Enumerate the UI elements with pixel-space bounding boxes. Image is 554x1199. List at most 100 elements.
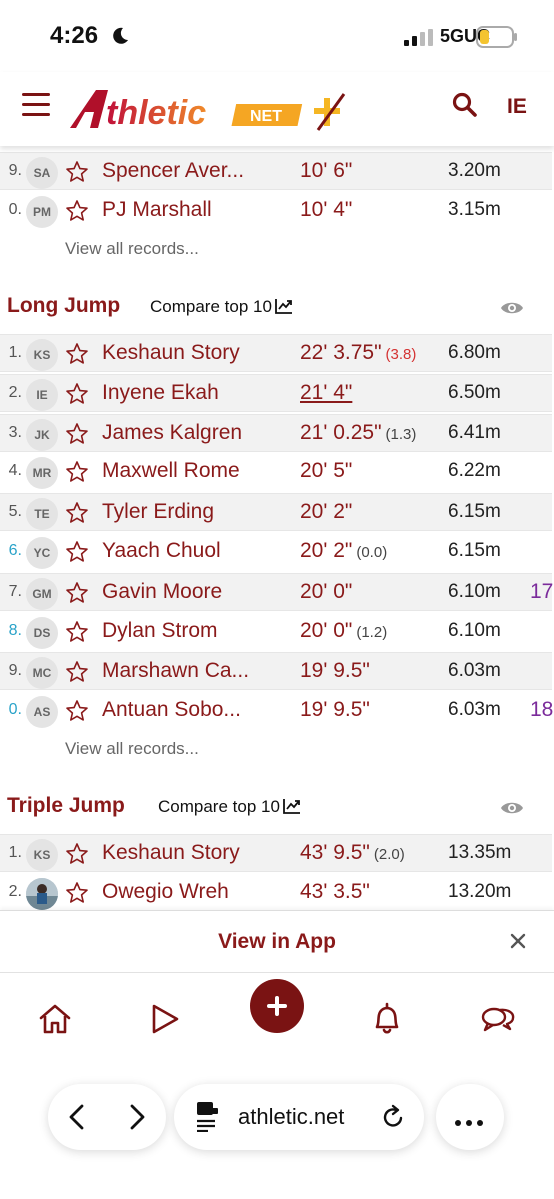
athlete-name[interactable]: James Kalgren [102,421,242,445]
compare-label[interactable]: Compare top 10 [158,797,280,816]
mark[interactable]: 10' 6" [300,159,352,183]
star-icon[interactable] [65,581,89,605]
star-icon[interactable] [65,460,89,484]
mark-value[interactable]: 19' 9.5" [300,698,370,721]
table-row[interactable]: 4. MR Maxwell Rome 20' 5" 6.22m [0,453,552,491]
compare-label[interactable]: Compare top 10 [150,297,272,316]
chat-icon[interactable] [480,1001,516,1037]
star-icon[interactable] [65,620,89,644]
search-icon[interactable] [452,92,478,118]
athlete-name[interactable]: Spencer Aver... [102,159,244,183]
avatar: SA [26,157,58,189]
mark[interactable]: 43' 3.5" [300,880,370,904]
close-icon[interactable] [508,931,528,951]
table-row[interactable]: 9. SA Spencer Aver... 10' 6" 3.20m [0,152,552,190]
athlete-name[interactable]: Dylan Strom [102,619,218,643]
more-menu-button[interactable] [436,1084,504,1150]
mark[interactable]: 20' 2" (0.0) [300,539,387,563]
athlete-name[interactable]: Marshawn Ca... [102,659,249,683]
bell-icon[interactable] [369,1001,405,1037]
eye-icon[interactable] [500,300,524,316]
star-icon[interactable] [65,501,89,525]
table-row[interactable]: 2. IE Inyene Ekah 21' 4" 6.50m [0,373,552,412]
mark[interactable]: 10' 4" [300,198,352,222]
compare-top-10-button[interactable]: Compare top 10 [158,797,301,817]
table-row[interactable]: 1. KS Keshaun Story 22' 3.75" (3.8) 6.80m [0,334,552,372]
athlete-name[interactable]: Yaach Chuol [102,539,221,563]
table-row[interactable]: 9. MC Marshawn Ca... 19' 9.5" 6.03m [0,652,552,691]
table-row[interactable]: 1. KS Keshaun Story 43' 9.5" (2.0) 13.35m [0,834,552,872]
mark-value[interactable]: 21' 0.25" [300,421,382,444]
mark[interactable]: 19' 9.5" [300,659,370,683]
mark-value[interactable]: 19' 9.5" [300,659,370,682]
metric-mark: 6.10m [448,619,501,641]
forward-icon[interactable] [124,1104,148,1130]
mark-value[interactable]: 20' 5" [300,459,352,482]
mark[interactable]: 20' 2" [300,500,352,524]
table-row[interactable]: 7. GM Gavin Moore 20' 0" 6.10m 17 [0,572,553,611]
mark[interactable]: 20' 0" [300,580,352,604]
star-icon[interactable] [65,540,89,564]
add-icon[interactable] [250,979,304,1033]
star-icon[interactable] [65,881,89,905]
mark[interactable]: 19' 9.5" [300,698,370,722]
more-icon[interactable] [455,1113,488,1131]
menu-icon[interactable] [22,93,50,117]
mark[interactable]: 21' 0.25" (1.3) [300,421,416,445]
eye-icon[interactable] [500,800,524,816]
table-row[interactable]: 2. Owegio Wreh 43' 3.5" 13.20m [0,874,552,910]
mark-value[interactable]: 20' 0" [300,619,352,642]
compare-top-10-button[interactable]: Compare top 10 [150,297,293,317]
star-icon[interactable] [65,422,89,446]
mark-value[interactable]: 21' 4" [300,381,352,404]
user-menu-initials[interactable]: IE [507,95,527,119]
mark[interactable]: 22' 3.75" (3.8) [300,341,416,365]
page-icon [197,1102,218,1132]
star-icon[interactable] [65,842,89,866]
athlete-name[interactable]: Keshaun Story [102,841,240,865]
play-icon[interactable] [146,1001,182,1037]
mark[interactable]: 20' 5" [300,459,352,483]
star-icon[interactable] [65,699,89,723]
athlete-name[interactable]: Gavin Moore [102,580,222,604]
view-in-app-button[interactable]: View in App [0,930,554,954]
mark[interactable]: 43' 9.5" (2.0) [300,841,405,865]
url-text[interactable]: athletic.net [238,1104,344,1130]
mark-value[interactable]: 10' 6" [300,159,352,182]
table-row[interactable]: 6. YC Yaach Chuol 20' 2" (0.0) 6.15m [0,533,552,571]
athlete-name[interactable]: PJ Marshall [102,198,212,222]
athlete-name[interactable]: Tyler Erding [102,500,214,524]
table-row[interactable]: 8. DS Dylan Strom 20' 0" (1.2) 6.10m [0,613,552,651]
mark-value[interactable]: 20' 0" [300,580,352,603]
athlete-name[interactable]: Owegio Wreh [102,880,229,904]
star-icon[interactable] [65,342,89,366]
home-icon[interactable] [37,1001,73,1037]
chart-icon [275,299,292,314]
mark-value[interactable]: 20' 2" [300,539,352,562]
view-all-records-link[interactable]: View all records... [65,739,199,759]
address-bar[interactable]: athletic.net [174,1084,424,1150]
mark[interactable]: 21' 4" [300,381,352,405]
athlete-name[interactable]: Keshaun Story [102,341,240,365]
star-icon[interactable] [65,160,89,184]
star-icon[interactable] [65,199,89,223]
table-row[interactable]: 0. AS Antuan Sobo... 19' 9.5" 6.03m 18 [0,692,553,730]
back-icon[interactable] [66,1104,90,1130]
mark-value[interactable]: 22' 3.75" [300,341,382,364]
star-icon[interactable] [65,382,89,406]
reload-icon[interactable] [380,1104,406,1130]
mark-value[interactable]: 43' 9.5" [300,841,370,864]
athlete-name[interactable]: Inyene Ekah [102,381,219,405]
athlete-name[interactable]: Maxwell Rome [102,459,240,483]
table-row[interactable]: 0. PM PJ Marshall 10' 4" 3.15m [0,192,552,230]
mark-value[interactable]: 43' 3.5" [300,880,370,903]
mark-value[interactable]: 10' 4" [300,198,352,221]
athlete-name[interactable]: Antuan Sobo... [102,698,241,722]
mark-value[interactable]: 20' 2" [300,500,352,523]
star-icon[interactable] [65,660,89,684]
view-all-records-link[interactable]: View all records... [65,239,199,259]
athletic-net-logo[interactable]: thletic NET [68,86,358,132]
table-row[interactable]: 5. TE Tyler Erding 20' 2" 6.15m [0,493,552,532]
table-row[interactable]: 3. JK James Kalgren 21' 0.25" (1.3) 6.41m [0,413,552,452]
mark[interactable]: 20' 0" (1.2) [300,619,387,643]
